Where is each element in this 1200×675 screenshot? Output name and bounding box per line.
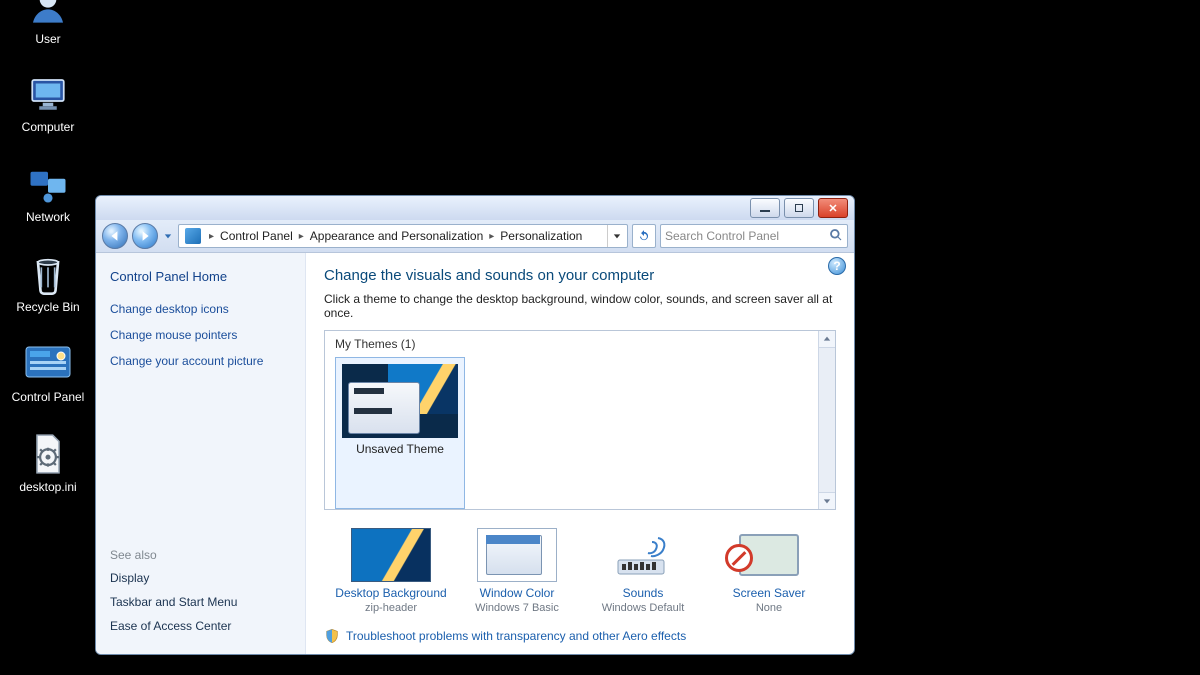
nav-history-dropdown[interactable] [162,225,174,247]
crumb-appearance[interactable]: Appearance and Personalization [308,229,485,243]
theme-unsaved[interactable]: Unsaved Theme [335,357,465,509]
themes-scrollbar[interactable] [818,331,835,509]
desktop-icon-label: Recycle Bin [8,300,88,314]
breadcrumb-separator-icon: ▸ [209,231,214,242]
prohibit-icon [725,544,753,572]
screen-saver-icon [729,528,809,582]
window-color-icon [477,528,557,582]
screen-saver-link[interactable]: Screen Saver None [710,528,828,614]
network-icon [24,160,72,208]
task-change-mouse-pointers[interactable]: Change mouse pointers [110,328,291,342]
task-change-account-picture[interactable]: Change your account picture [110,354,291,368]
screen-saver-value: None [710,602,828,614]
desktop-icon-desktop-ini[interactable]: desktop.ini [8,430,88,494]
nav-forward-button[interactable] [132,223,158,249]
desktop-icon-network[interactable]: Network [8,160,88,224]
scroll-up-button[interactable] [819,331,835,348]
desktop-background-icon [351,528,431,582]
desktop-icon-user[interactable]: User [8,0,88,46]
desktop-icon-recycle-bin[interactable]: Recycle Bin [8,250,88,314]
search-input[interactable]: Search Control Panel [660,224,848,248]
search-placeholder: Search Control Panel [665,229,779,243]
nav-back-button[interactable] [102,223,128,249]
task-change-desktop-icons[interactable]: Change desktop icons [110,302,291,316]
window-color-link[interactable]: Window Color Windows 7 Basic [458,528,576,614]
crumb-control-panel[interactable]: Control Panel [218,229,295,243]
page-subtext: Click a theme to change the desktop back… [324,292,836,320]
close-button[interactable] [818,198,848,218]
desktop-icon-control-panel[interactable]: Control Panel [8,340,88,404]
desktop-icon-label: User [8,32,88,46]
content-area: ? Change the visuals and sounds on your … [306,253,854,654]
theme-label: Unsaved Theme [342,442,458,456]
theme-thumbnail [342,364,458,438]
breadcrumb-separator-icon: ▸ [299,231,304,242]
troubleshoot-label: Troubleshoot problems with transparency … [346,629,686,643]
desktop-icon-label: Control Panel [8,390,88,404]
breadcrumb-separator-icon: ▸ [489,231,494,242]
crumb-personalization[interactable]: Personalization [498,229,584,243]
see-also-taskbar[interactable]: Taskbar and Start Menu [110,595,291,609]
breadcrumb[interactable]: ▸ Control Panel ▸ Appearance and Persona… [178,224,628,248]
minimize-button[interactable] [750,198,780,218]
settings-row: Desktop Background zip-header Window Col… [324,528,836,614]
sounds-link[interactable]: Sounds Windows Default [584,528,702,614]
refresh-button[interactable] [632,224,656,248]
desktop-icon-computer[interactable]: Computer [8,70,88,134]
scroll-down-button[interactable] [819,492,835,509]
desktop-ini-icon [24,430,72,478]
personalization-window: ▸ Control Panel ▸ Appearance and Persona… [95,195,855,655]
window-color-value: Windows 7 Basic [458,602,576,614]
see-also-ease-of-access[interactable]: Ease of Access Center [110,619,291,633]
desktop-icon-label: Network [8,210,88,224]
desktop-background-link[interactable]: Desktop Background zip-header [332,528,450,614]
sidebar: Control Panel Home Change desktop icons … [96,253,306,654]
shield-icon [324,628,340,644]
user-icon [24,0,72,30]
breadcrumb-dropdown[interactable] [607,225,625,247]
address-bar: ▸ Control Panel ▸ Appearance and Persona… [96,220,854,253]
sounds-icon [603,528,683,582]
control-panel-icon [24,340,72,388]
sounds-title: Sounds [584,586,702,600]
see-also-header: See also [110,548,291,562]
computer-icon [24,70,72,118]
desktop-background-title: Desktop Background [332,586,450,600]
maximize-button[interactable] [784,198,814,218]
troubleshoot-link[interactable]: Troubleshoot problems with transparency … [324,628,836,644]
help-icon[interactable]: ? [828,257,846,275]
desktop-icon-label: Computer [8,120,88,134]
see-also-display[interactable]: Display [110,571,291,585]
window-color-title: Window Color [458,586,576,600]
control-panel-icon [185,228,201,244]
themes-panel: My Themes (1) Unsaved Theme [324,330,836,510]
search-icon [829,228,843,245]
sounds-value: Windows Default [584,602,702,614]
desktop-icon-label: desktop.ini [8,480,88,494]
window-body: Control Panel Home Change desktop icons … [96,253,854,654]
recycle-bin-icon [24,250,72,298]
control-panel-home-link[interactable]: Control Panel Home [110,269,291,284]
page-title: Change the visuals and sounds on your co… [324,267,836,284]
desktop-background-value: zip-header [332,602,450,614]
titlebar[interactable] [96,196,854,220]
screen-saver-title: Screen Saver [710,586,828,600]
my-themes-group-label: My Themes (1) [325,331,835,357]
